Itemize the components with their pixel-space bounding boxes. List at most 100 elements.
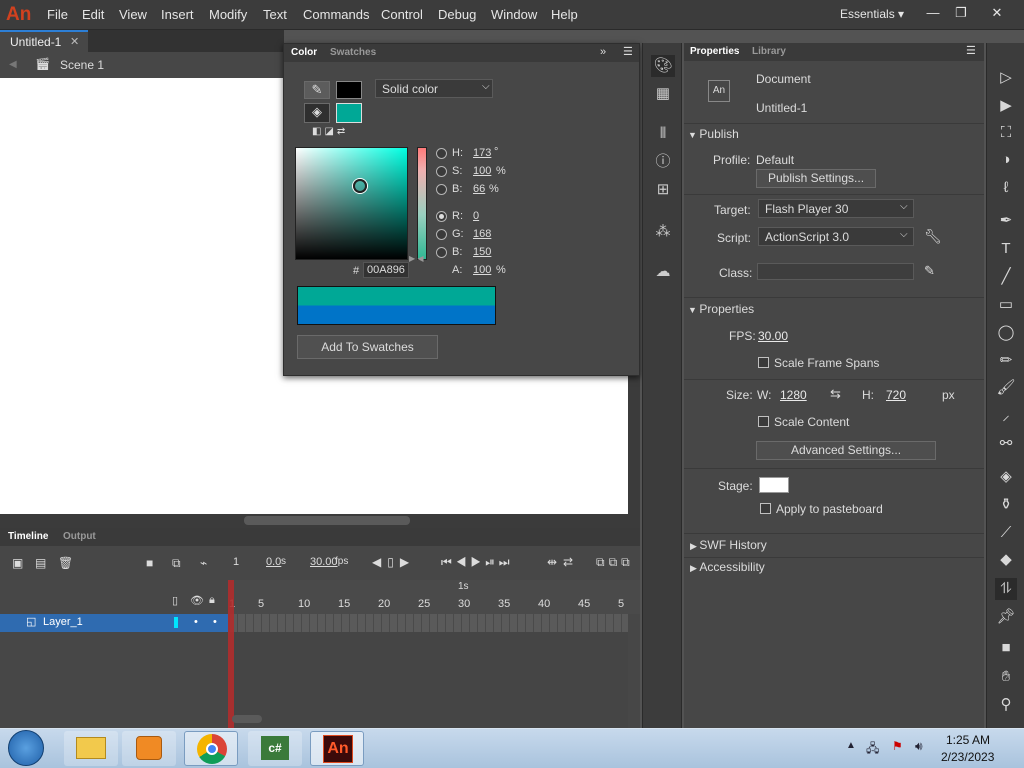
scroll-thumb[interactable]	[244, 516, 410, 525]
g-value[interactable]: 168	[473, 228, 491, 240]
new-layer-icon[interactable]: ▣	[12, 556, 23, 570]
radio-g[interactable]	[436, 229, 447, 240]
cc-libraries-icon[interactable]: ☁	[651, 261, 675, 283]
subselection-tool-icon[interactable]: ▶	[995, 95, 1017, 117]
asset-warp-icon[interactable]: 📌︎	[995, 606, 1017, 628]
h-value[interactable]: 173	[473, 147, 491, 159]
tab-close-icon[interactable]: ✕	[70, 35, 79, 48]
loop-icon[interactable]: ⇹⇄	[547, 555, 579, 569]
text-tool-icon[interactable]: T	[995, 238, 1017, 260]
menu-help[interactable]: Help	[551, 7, 578, 22]
selection-tool-icon[interactable]: ▷	[995, 67, 1017, 89]
time-value[interactable]: 0.0	[266, 556, 281, 568]
zoom-tool-icon[interactable]: ⚲	[995, 694, 1017, 716]
taskbar-chrome[interactable]	[184, 731, 238, 766]
menu-insert[interactable]: Insert	[161, 7, 194, 22]
volume-icon[interactable]: 🔊︎	[915, 739, 923, 754]
fill-color-swatch[interactable]	[336, 103, 362, 123]
rectangle-tool-icon[interactable]: ▭	[995, 294, 1017, 316]
width-tool-icon[interactable]: ⥮	[995, 578, 1017, 600]
tab-swatches[interactable]: Swatches	[330, 47, 376, 58]
ink-bottle-icon[interactable]: ⚱	[995, 494, 1017, 516]
channel-slider[interactable]	[417, 147, 427, 260]
scene-label[interactable]: Scene 1	[60, 58, 104, 72]
radio-r[interactable]	[436, 211, 447, 222]
onion-skin-icon[interactable]: ⧉⧉⧉	[596, 555, 634, 570]
color-mode-icons[interactable]: ◧◪⇄	[312, 126, 348, 137]
stroke-pencil-icon[interactable]: ✎	[304, 81, 330, 99]
playback-controls[interactable]: ⏮◀▶⏯⏭	[441, 555, 514, 570]
paint-brush-icon[interactable]: 🖌︎	[995, 377, 1017, 399]
pencil-icon[interactable]: ✎	[924, 263, 935, 279]
menu-edit[interactable]: Edit	[82, 7, 104, 22]
properties-section[interactable]: ▼ Properties	[688, 302, 754, 316]
close-button[interactable]: ✕	[982, 2, 1012, 24]
fps-value[interactable]: 30.00	[758, 329, 788, 343]
graph-icon[interactable]: ⌁	[200, 556, 207, 570]
trash-icon[interactable]: 🗑︎	[58, 556, 73, 570]
bone-tool-icon[interactable]: ⚯	[995, 433, 1017, 455]
free-transform-icon[interactable]: ⛶	[995, 122, 1017, 144]
eyedropper-icon[interactable]: ⟋	[995, 522, 1017, 544]
tray-arrow-icon[interactable]: ▲	[846, 740, 856, 751]
pasteboard-checkbox[interactable]	[760, 503, 771, 514]
publish-settings-button[interactable]: Publish Settings...	[756, 169, 876, 188]
taskbar-media-player[interactable]	[122, 731, 176, 766]
tab-output[interactable]: Output	[63, 531, 96, 542]
restore-button[interactable]: ❐	[946, 2, 976, 24]
target-select[interactable]: Flash Player 30	[758, 199, 914, 218]
menu-window[interactable]: Window	[491, 7, 537, 22]
network-icon[interactable]: 🖧︎	[866, 739, 879, 760]
panel-menu-icon[interactable]: ☰	[966, 44, 976, 57]
brush-tool-icon[interactable]: ⸝	[995, 405, 1017, 427]
timeline-scroll-thumb[interactable]	[232, 715, 262, 723]
collapse-icon[interactable]: »	[600, 46, 606, 58]
components-icon[interactable]: ⁂	[651, 221, 675, 243]
scale-content-checkbox[interactable]	[758, 416, 769, 427]
playback-step-controls[interactable]: ◀▯▶	[372, 555, 415, 569]
tab-color[interactable]: Color	[291, 47, 317, 58]
panel-menu-icon[interactable]: ☰	[623, 45, 633, 58]
width-value[interactable]: 1280	[780, 388, 807, 402]
playhead[interactable]	[228, 580, 234, 730]
picker-marker[interactable]	[353, 179, 367, 193]
lock-dot[interactable]: •	[213, 616, 217, 628]
tab-properties[interactable]: Properties	[690, 46, 739, 57]
new-folder-icon[interactable]: ▤	[35, 556, 46, 570]
radio-s[interactable]	[436, 166, 447, 177]
radio-h[interactable]	[436, 148, 447, 159]
lasso-icon[interactable]: ℓ	[995, 177, 1017, 199]
workspace-switcher[interactable]: Essentials ▾	[840, 7, 904, 21]
swatches-icon[interactable]: ▦	[651, 83, 675, 105]
transform-icon[interactable]: ⊞	[651, 179, 675, 201]
hand-tool-icon[interactable]: ✋︎	[995, 666, 1017, 688]
back-arrow-icon[interactable]: ◀	[9, 59, 17, 70]
advanced-settings-button[interactable]: Advanced Settings...	[756, 441, 936, 460]
taskbar-explorer[interactable]	[64, 731, 118, 766]
swf-history-section[interactable]: ▶ SWF History	[690, 538, 767, 552]
layer-name[interactable]: Layer_1	[43, 616, 83, 628]
fps-value[interactable]: 30.00	[310, 556, 338, 568]
action-center-icon[interactable]: ⚑	[892, 739, 903, 753]
tab-timeline[interactable]: Timeline	[8, 531, 48, 542]
scale-spans-checkbox[interactable]	[758, 357, 769, 368]
link-icon[interactable]: ⇆	[830, 386, 841, 402]
outline-icon[interactable]: ▯	[172, 594, 178, 607]
3d-rotation-icon[interactable]: ◑	[995, 149, 1017, 171]
radio-b[interactable]	[436, 184, 447, 195]
fill-type-select[interactable]: Solid color	[375, 79, 493, 98]
eye-icon[interactable]: 👁︎	[190, 594, 204, 607]
hex-input[interactable]: 00A896	[363, 262, 409, 278]
camera-icon[interactable]: ■	[146, 556, 153, 570]
clock-time[interactable]: 1:25 AM	[946, 733, 990, 747]
stage-color-swatch[interactable]	[759, 477, 789, 493]
eraser-icon[interactable]: ◆	[995, 549, 1017, 571]
fill-bucket-icon[interactable]: ◈	[304, 103, 330, 123]
frame-cells[interactable]	[230, 614, 628, 632]
start-button[interactable]	[8, 730, 44, 766]
accessibility-section[interactable]: ▶ Accessibility	[690, 560, 765, 574]
info-icon[interactable]: ⓘ	[651, 151, 675, 173]
clock-date[interactable]: 2/23/2023	[941, 750, 994, 764]
menu-file[interactable]: File	[47, 7, 68, 22]
stroke-color-swatch[interactable]	[336, 81, 362, 99]
